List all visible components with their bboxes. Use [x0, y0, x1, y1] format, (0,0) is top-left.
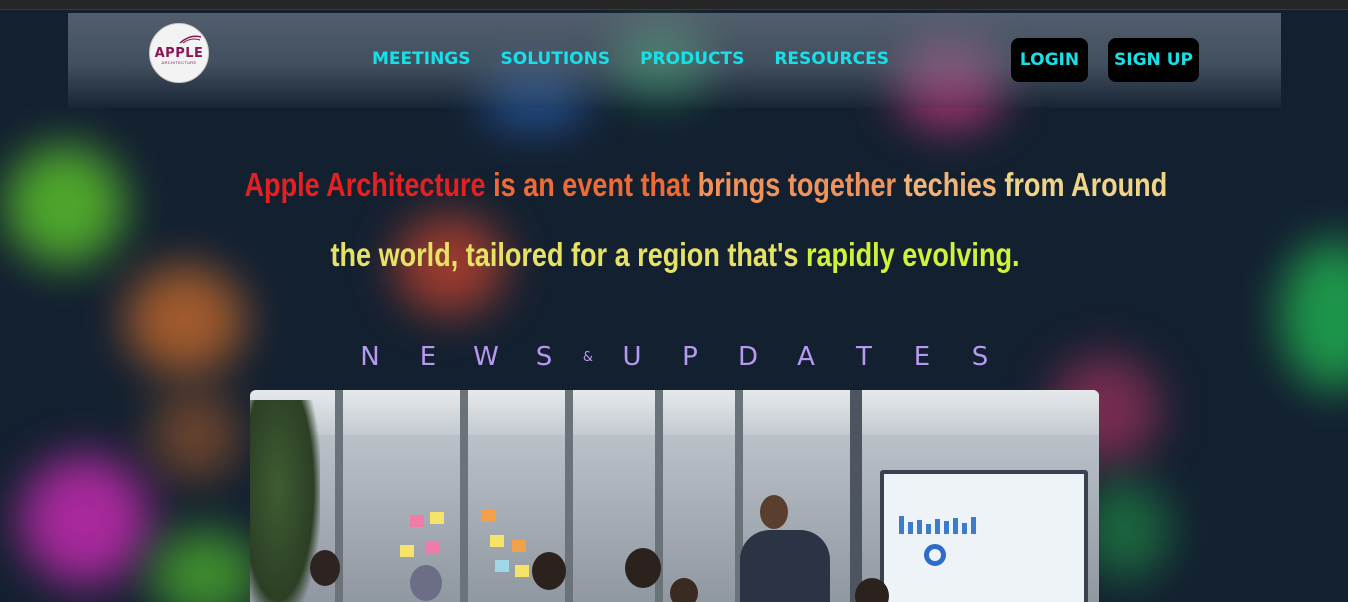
heading-letter: E: [913, 342, 931, 372]
donut-chart-icon: [924, 544, 946, 566]
presenter-head: [760, 495, 788, 529]
logo[interactable]: APPLE ARCHITECTURE: [149, 23, 209, 83]
hero-text-segment: is an event that: [493, 166, 691, 203]
presenter: [740, 530, 830, 602]
hero-text-segment: Apple Architecture: [244, 166, 486, 203]
navbar: APPLE ARCHITECTURE MEETINGS SOLUTIONS PR…: [68, 13, 1281, 108]
heading-letter: S: [971, 342, 989, 372]
sticky-note: [495, 560, 509, 572]
chart-bar: [971, 517, 976, 534]
sticky-note: [410, 515, 424, 527]
hero-text-segment: the world, tailored for a region that's: [330, 236, 799, 273]
bokeh-light: [150, 530, 260, 602]
chart-bar: [962, 523, 967, 534]
chart-bar: [917, 520, 922, 534]
heading-letter: T: [856, 342, 872, 372]
attendee-head: [670, 578, 698, 602]
nav-solutions[interactable]: SOLUTIONS: [501, 49, 611, 69]
hero-text-segment: from Around: [1004, 166, 1168, 203]
chart-bar: [908, 522, 913, 534]
chart-bar: [935, 519, 940, 534]
attendee-head: [410, 565, 442, 601]
heading-letter: D: [737, 342, 759, 372]
logo-swoosh-icon: [179, 35, 202, 44]
hero-text-segment: rapidly evolving.: [805, 236, 1020, 273]
bokeh-light: [150, 390, 240, 480]
presentation-screen: [880, 470, 1088, 602]
sticky-note: [482, 510, 496, 522]
login-button[interactable]: LOGIN: [1011, 38, 1088, 82]
news-updates-heading: N E W S & U P D A T E S: [340, 340, 1010, 374]
sticky-note: [425, 542, 439, 554]
glass-frame: [460, 390, 468, 602]
sticky-note: [512, 540, 526, 552]
sticky-note: [515, 565, 529, 577]
hero-line-2: the world, tailored for a region that's …: [245, 220, 1106, 290]
heading-letter: S: [535, 342, 553, 372]
nav-meetings[interactable]: MEETINGS: [372, 49, 471, 69]
hero-line-1: Apple Architecture is an event that brin…: [244, 150, 1168, 220]
hero-text-segment: techies: [903, 166, 997, 203]
signup-button[interactable]: SIGN UP: [1108, 38, 1199, 82]
sticky-note: [430, 512, 444, 524]
heading-letter: E: [419, 342, 437, 372]
news-photo[interactable]: [250, 390, 1099, 602]
heading-letter: W: [473, 342, 499, 372]
heading-letter: P: [682, 342, 698, 372]
bokeh-light: [5, 145, 125, 265]
logo-subtitle: ARCHITECTURE: [161, 60, 197, 65]
heading-letter: U: [622, 342, 642, 372]
sticky-note: [490, 535, 504, 547]
hero-text-segment: brings together: [697, 166, 897, 203]
attendee-head: [532, 552, 566, 590]
chart-bar: [953, 518, 958, 534]
hero-headline: Apple Architecture is an event that brin…: [244, 150, 1168, 290]
logo-word: APPLE: [154, 46, 204, 61]
attendee-head: [625, 548, 661, 588]
sticky-note: [400, 545, 414, 557]
page: APPLE ARCHITECTURE MEETINGS SOLUTIONS PR…: [0, 10, 1348, 602]
bokeh-light: [1280, 240, 1348, 390]
wall-edge: [850, 390, 862, 602]
chart-bar: [926, 524, 931, 534]
glass-frame: [565, 390, 573, 602]
nav-links: MEETINGS SOLUTIONS PRODUCTS RESOURCES: [372, 49, 889, 69]
browser-top-edge: [0, 0, 1348, 10]
nav-resources[interactable]: RESOURCES: [774, 49, 889, 69]
photo-ceiling: [250, 390, 1099, 435]
nav-products[interactable]: PRODUCTS: [640, 49, 744, 69]
chart-bar: [944, 521, 949, 534]
attendee-head: [310, 550, 340, 586]
heading-letter: N: [360, 342, 380, 372]
heading-letter: A: [797, 342, 815, 372]
chart-bar: [899, 516, 904, 534]
bokeh-light: [125, 265, 245, 375]
bokeh-light: [20, 455, 150, 585]
heading-ampersand: &: [582, 349, 594, 365]
